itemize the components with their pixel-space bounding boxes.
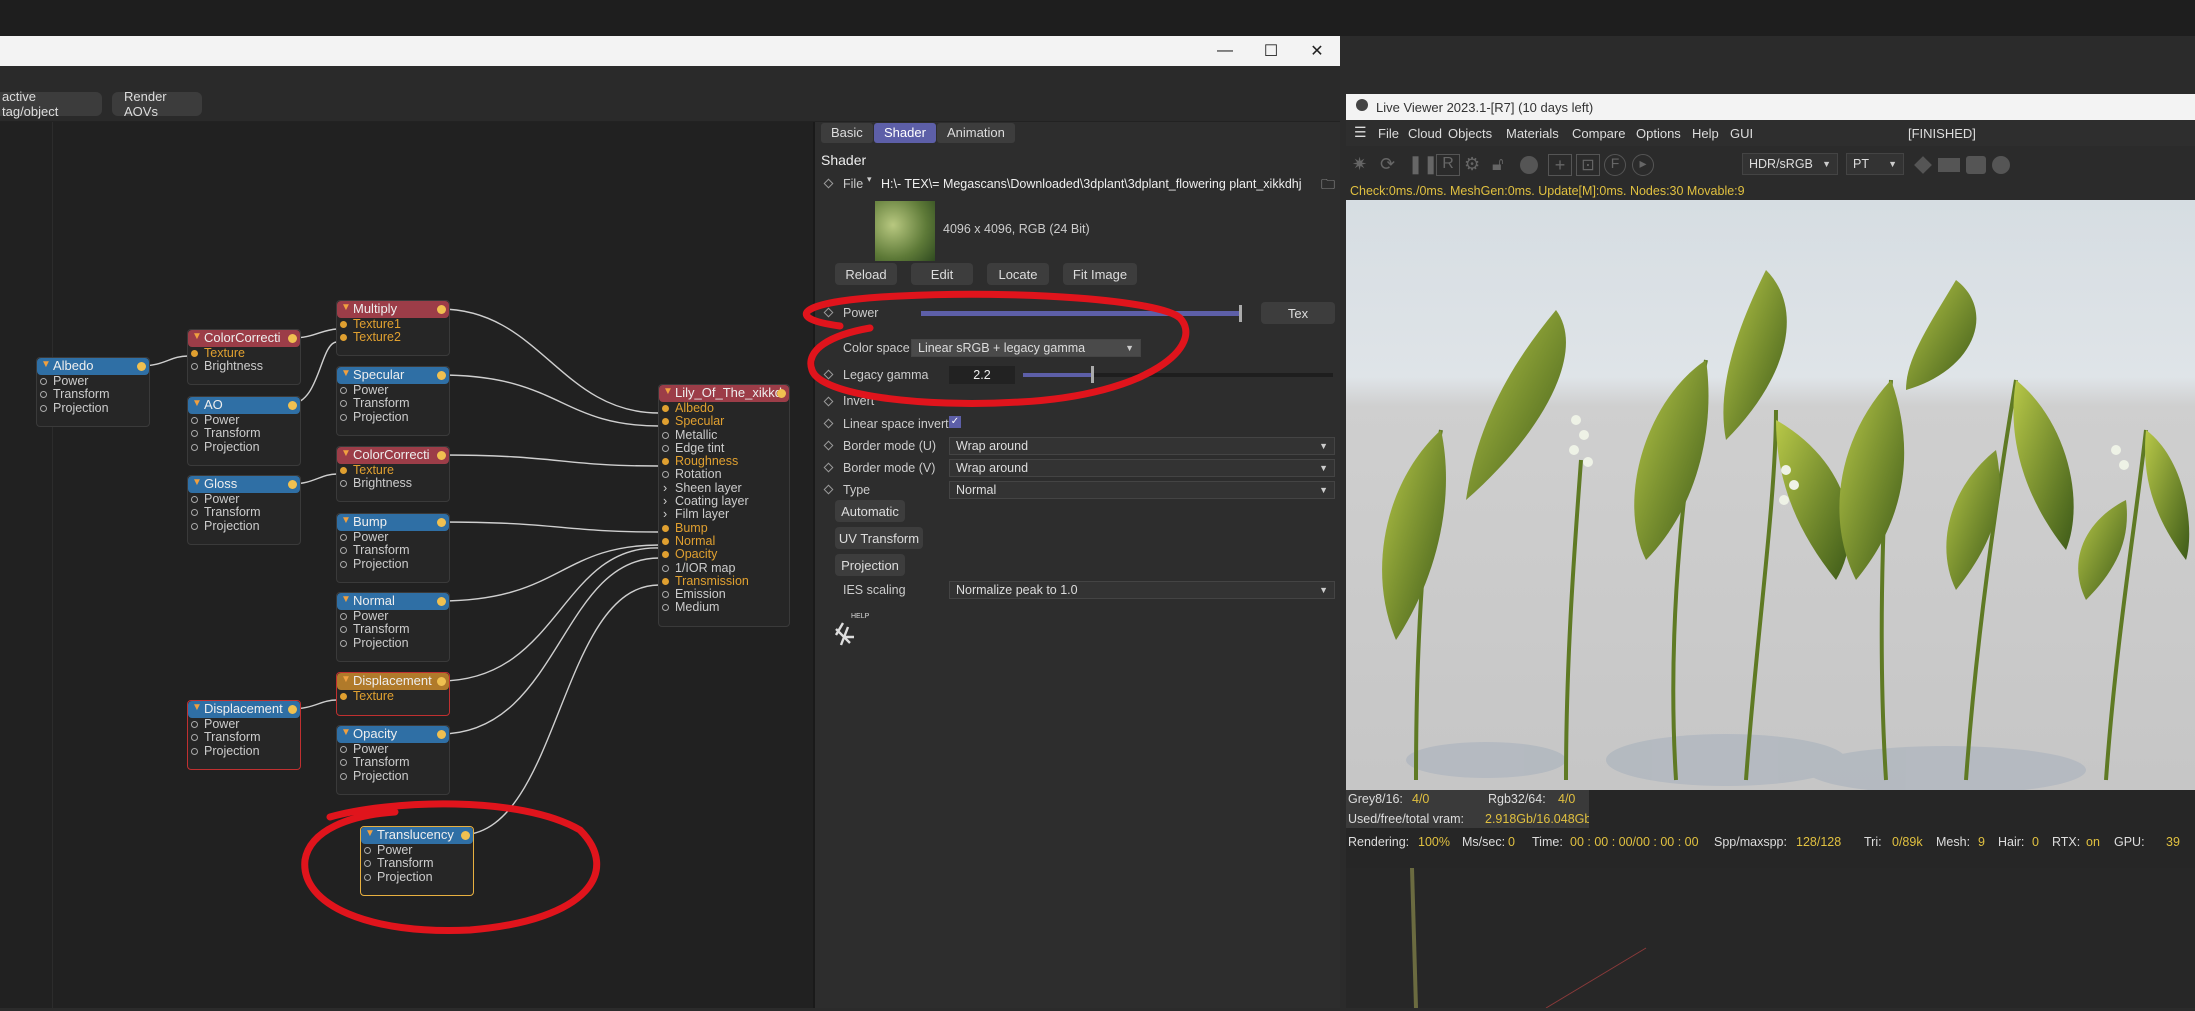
hair-value: 0 bbox=[2032, 835, 2039, 849]
live-viewer-title: Live Viewer 2023.1-[R7] (10 days left) bbox=[1376, 100, 1594, 115]
menu-materials[interactable]: Materials bbox=[1506, 126, 1559, 141]
chevron-down-icon: ▼ bbox=[1888, 159, 1897, 169]
material-ball-icon[interactable] bbox=[1520, 156, 1538, 174]
gpu-label: GPU: bbox=[2114, 835, 2145, 849]
menu-objects[interactable]: Objects bbox=[1448, 126, 1492, 141]
menu-help[interactable]: Help bbox=[1692, 126, 1719, 141]
mssec-value: 0 bbox=[1508, 835, 1515, 849]
live-viewer-status-line: Check:0ms./0ms. MeshGen:0ms. Update[M]:0… bbox=[1346, 184, 2195, 200]
kernel-value: PT bbox=[1853, 157, 1869, 171]
live-viewer-titlebar: Live Viewer 2023.1-[R7] (10 days left) bbox=[1346, 94, 2195, 120]
live-viewer-menubar: ☰ File Cloud Objects Materials Compare O… bbox=[1346, 120, 2195, 146]
refresh-icon[interactable]: ⟳ bbox=[1380, 154, 1404, 176]
camera-icon[interactable] bbox=[1966, 156, 1986, 174]
rendering-label: Rendering: bbox=[1348, 835, 1410, 849]
live-viewer-toolbar: ✷ ⟳ ❚❚ R ⚙ 🔓︎ + ⊡ F ▸ HDR/sRGB ▼ PT ▼ bbox=[1346, 146, 2195, 184]
spp-label: Spp/maxspp: bbox=[1714, 835, 1787, 849]
render-statistics: Grey8/16: 4/0 Rgb32/64: 4/0 Used/free/to… bbox=[1346, 790, 2195, 868]
add-icon[interactable]: + bbox=[1548, 154, 1572, 176]
annotation-circle-color-space bbox=[802, 290, 1190, 407]
octane-logo-icon bbox=[1356, 99, 1368, 111]
render-status: [FINISHED] bbox=[1908, 126, 1976, 141]
tri-value: 0/89k bbox=[1892, 835, 1923, 849]
time-label: Time: bbox=[1532, 835, 1563, 849]
lock-icon[interactable]: 🔓︎ bbox=[1492, 154, 1516, 176]
menu-file[interactable]: File bbox=[1378, 126, 1399, 141]
spp-value: 128/128 bbox=[1796, 835, 1842, 849]
menu-options[interactable]: Options bbox=[1636, 126, 1681, 141]
vram-label: Used/free/total vram: bbox=[1348, 812, 1465, 826]
color-mode-value: HDR/sRGB bbox=[1749, 157, 1813, 171]
region-render-icon[interactable]: R bbox=[1436, 154, 1460, 176]
settings-gear-icon[interactable]: ✷ bbox=[1352, 154, 1376, 176]
rtx-value: on bbox=[2086, 835, 2100, 849]
focus-icon[interactable]: F bbox=[1604, 154, 1626, 176]
play-icon[interactable]: ▸ bbox=[1632, 154, 1654, 176]
record-icon[interactable] bbox=[1992, 156, 2010, 174]
menu-cloud[interactable]: Cloud bbox=[1408, 126, 1442, 141]
time-value: 00 : 00 : 00/00 : 00 : 00 bbox=[1570, 835, 1699, 849]
background-scene bbox=[1410, 867, 1647, 1009]
color-mode-dropdown[interactable]: HDR/sRGB ▼ bbox=[1742, 153, 1838, 175]
vram-value: 2.918Gb/16.048Gb/23.9 bbox=[1485, 812, 1589, 826]
grey-label: Grey8/16: bbox=[1348, 792, 1403, 806]
menu-compare[interactable]: Compare bbox=[1572, 126, 1625, 141]
mesh-label: Mesh: bbox=[1936, 835, 1971, 849]
plant-render-image bbox=[1382, 270, 2190, 790]
mssec-label: Ms/sec: bbox=[1462, 835, 1506, 849]
mesh-value: 9 bbox=[1978, 835, 1985, 849]
hair-label: Hair: bbox=[1998, 835, 2025, 849]
crop-icon[interactable]: ⊡ bbox=[1576, 154, 1600, 176]
editor-viewport-background bbox=[1346, 867, 2195, 1009]
rgb-label: Rgb32/64: bbox=[1488, 792, 1546, 806]
grey-value: 4/0 bbox=[1412, 792, 1430, 806]
hexagon-icon[interactable] bbox=[1914, 156, 1932, 174]
hamburger-menu-icon[interactable]: ☰ bbox=[1354, 124, 1367, 141]
rgb-value: 4/0 bbox=[1558, 792, 1576, 806]
rendering-value: 100% bbox=[1418, 835, 1450, 849]
display-icon[interactable] bbox=[1938, 158, 1960, 172]
annotation-circle-translucency bbox=[301, 800, 601, 935]
chevron-down-icon: ▼ bbox=[1822, 159, 1831, 169]
render-viewport[interactable] bbox=[1346, 200, 2195, 790]
gpu-value: 39 bbox=[2166, 835, 2180, 849]
menu-gui[interactable]: GUI bbox=[1730, 126, 1753, 141]
settings-icon[interactable]: ⚙ bbox=[1464, 154, 1488, 176]
tri-label: Tri: bbox=[1864, 835, 1882, 849]
pause-icon[interactable]: ❚❚ bbox=[1408, 154, 1438, 176]
rtx-label: RTX: bbox=[2052, 835, 2081, 849]
kernel-dropdown[interactable]: PT ▼ bbox=[1846, 153, 1904, 175]
